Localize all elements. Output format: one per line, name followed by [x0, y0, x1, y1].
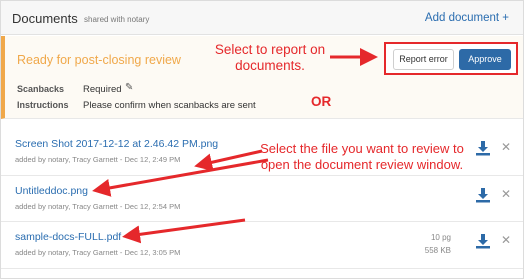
- annotation-report: Select to report on documents.: [214, 42, 326, 73]
- download-icon[interactable]: [475, 187, 491, 203]
- close-icon[interactable]: ✕: [501, 140, 511, 154]
- file-size: 558 KB: [424, 246, 451, 255]
- report-error-button[interactable]: Report error: [393, 49, 454, 70]
- file-name-link[interactable]: Screen Shot 2017-12-12 at 2.46.42 PM.png: [15, 138, 218, 150]
- pencil-icon[interactable]: ✎: [125, 82, 133, 93]
- add-document-link[interactable]: Add document +: [425, 12, 509, 24]
- approve-button[interactable]: Approve: [459, 49, 511, 70]
- download-icon[interactable]: [475, 233, 491, 249]
- documents-title: Documents: [12, 11, 78, 26]
- file-meta: added by notary, Tracy Garnett - Dec 12,…: [15, 248, 181, 257]
- file-meta: added by notary, Tracy Garnett - Dec 12,…: [15, 202, 181, 211]
- page-count: 10 pg: [430, 233, 451, 242]
- file-row[interactable]: Untitleddoc.png added by notary, Tracy G…: [1, 176, 523, 222]
- shared-label: shared with notary: [84, 15, 150, 24]
- annotation-files: Select the file you want to review to op…: [260, 141, 464, 172]
- review-actions: Report error Approve: [384, 42, 518, 75]
- close-icon[interactable]: ✕: [501, 187, 511, 201]
- close-icon[interactable]: ✕: [501, 233, 511, 247]
- instructions-value: Please confirm when scanbacks are sent: [83, 100, 256, 111]
- review-status: Ready for post-closing review: [17, 53, 181, 67]
- file-row[interactable]: sample-docs-FULL.pdf added by notary, Tr…: [1, 222, 523, 269]
- scanbacks-label: Scanbacks: [17, 84, 65, 94]
- annotation-or: OR: [311, 94, 332, 109]
- documents-header: Documents shared with notary Add documen…: [1, 1, 523, 35]
- scanbacks-value: Required: [83, 84, 122, 95]
- download-icon[interactable]: [475, 140, 491, 156]
- file-meta: added by notary, Tracy Garnett - Dec 12,…: [15, 155, 181, 164]
- file-name-link[interactable]: Untitleddoc.png: [15, 185, 88, 197]
- file-name-link[interactable]: sample-docs-FULL.pdf: [15, 231, 121, 243]
- instructions-label: Instructions: [17, 100, 69, 110]
